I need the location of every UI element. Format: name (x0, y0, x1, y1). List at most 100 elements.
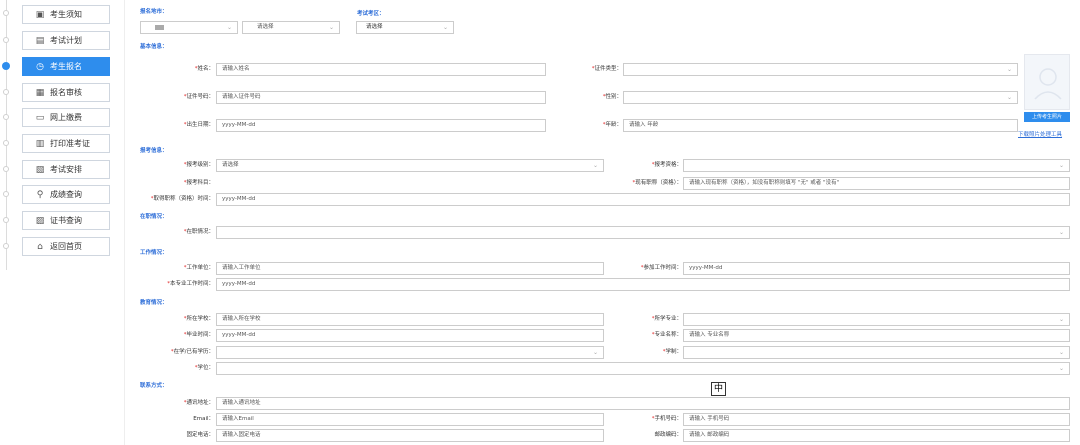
grad-label: *毕业时间： (183, 332, 214, 338)
section-report-title: 报考信息： (140, 148, 168, 154)
chevron-down-icon: ⌄ (442, 24, 448, 31)
degree-select[interactable]: ⌄ (216, 362, 1070, 375)
exam-area-select[interactable]: 请选择 ⌄ (356, 21, 454, 34)
age-input[interactable]: 请输入 年龄 (623, 119, 1018, 132)
timeline-node (3, 191, 9, 197)
major-time-input[interactable]: yyyy-MM-dd (216, 278, 1070, 291)
grad-input[interactable]: yyyy-MM-dd (216, 329, 604, 342)
mobile-label: *手机号码： (651, 416, 682, 422)
school-input[interactable]: 请输入所在学校 (216, 313, 604, 326)
timeline-node-active (2, 62, 10, 70)
major-name-input[interactable]: 请输入 专业名称 (683, 329, 1070, 342)
subject-label: *报考科目： (183, 180, 214, 186)
chevron-down-icon: ⌄ (226, 24, 232, 31)
qual-select[interactable]: ⌄ (683, 159, 1070, 172)
major-time-label: *本专业工作时间： (167, 281, 214, 287)
job-status-label: *在职情况： (183, 229, 214, 235)
idtype-select[interactable]: ⌄ (623, 63, 1018, 76)
section-basic-title: 基本信息： (140, 44, 168, 50)
gender-select[interactable]: ⌄ (623, 91, 1018, 104)
timeline-node (3, 166, 9, 172)
timeline-node (3, 10, 9, 16)
name-input[interactable]: 请输入姓名 (216, 63, 546, 76)
phone-input[interactable]: 请输入固定电话 (216, 429, 604, 442)
qual-label: *报考资格： (651, 162, 682, 168)
major-select[interactable]: ⌄ (683, 313, 1070, 326)
photo-placeholder (1024, 54, 1070, 110)
sidebar-item-home[interactable]: ⌂ 返回首页 (22, 237, 110, 256)
sidebar-item-label: 报名审核 (50, 88, 82, 97)
city-label: 报名地市： (140, 9, 168, 15)
upload-photo-button[interactable]: 上传考生照片 (1024, 112, 1070, 122)
chevron-down-icon: ⌄ (1058, 349, 1064, 356)
monitor-icon: ▭ (35, 112, 45, 123)
level-select[interactable]: 请选择 ⌄ (216, 159, 604, 172)
sidebar-item-label: 打印准考证 (50, 139, 90, 148)
certificate-icon: ▨ (35, 215, 45, 226)
addr-input[interactable]: 请输入通讯地址 (216, 397, 1070, 410)
system-select[interactable]: ⌄ (683, 346, 1070, 359)
birth-label: *出生日期： (183, 122, 214, 128)
chevron-down-icon: ⌄ (1058, 365, 1064, 372)
calendar-icon: ▤ (35, 35, 45, 46)
email-input[interactable]: 请输入Email (216, 413, 604, 426)
section-contact-title: 联系方式： (140, 383, 168, 389)
birth-input[interactable]: yyyy-MM-dd (216, 119, 546, 132)
sidebar-item-register[interactable]: ◷ 考生报名 (22, 57, 110, 76)
sidebar-item-print[interactable]: ▥ 打印准考证 (22, 134, 110, 153)
chevron-down-icon: ⌄ (1006, 94, 1012, 101)
sidebar-item-certificate[interactable]: ▨ 证书查询 (22, 211, 110, 230)
sidebar-item-notice[interactable]: ▣ 考生须知 (22, 5, 110, 24)
audit-icon: ▦ (35, 87, 45, 98)
idno-input[interactable]: 请输入证件号码 (216, 91, 546, 104)
printer-icon: ▥ (35, 138, 45, 149)
sidebar-item-label: 证书查询 (50, 216, 82, 225)
start-work-input[interactable]: yyyy-MM-dd (683, 262, 1070, 275)
major-label: *所学专业： (651, 316, 682, 322)
title-time-label: *取得职称（资格）时间： (150, 196, 214, 202)
addr-label: *通讯地址： (183, 400, 214, 406)
sidebar-item-audit[interactable]: ▦ 报名审核 (22, 83, 110, 102)
idtype-label: *证件类型： (591, 66, 622, 72)
mobile-input[interactable]: 请输入 手机号码 (683, 413, 1070, 426)
sidebar-item-plan[interactable]: ▤ 考试计划 (22, 31, 110, 50)
ime-indicator[interactable]: 中 (711, 382, 726, 396)
section-edu-title: 教育情况： (140, 300, 168, 306)
timeline-node (3, 243, 9, 249)
exam-area-label: 考试考区： (357, 11, 385, 17)
title-time-input[interactable]: yyyy-MM-dd (216, 193, 1070, 206)
timeline-node (3, 217, 9, 223)
sidebar-item-schedule[interactable]: ▧ 考试安排 (22, 160, 110, 179)
level-select-value: 请选择 (222, 162, 239, 168)
chevron-down-icon: ⌄ (1058, 162, 1064, 169)
major-name-label: *专业名称： (651, 332, 682, 338)
system-label: *学制： (662, 349, 682, 355)
district-select[interactable]: 请选择 ⌄ (242, 21, 340, 34)
city-select[interactable]: ⌄ (140, 21, 238, 34)
district-select-value: 请选择 (257, 24, 274, 30)
clock-icon: ◷ (36, 61, 44, 72)
title-input[interactable]: 请输入现有职称（资格），如没有职称则填写 "无" 或者 "没有" (683, 177, 1070, 190)
zip-input[interactable]: 请输入 邮政编码 (683, 429, 1070, 442)
chevron-down-icon: ⌄ (1058, 316, 1064, 323)
download-tool-link[interactable]: 下载照片处理工具 (1018, 130, 1062, 138)
unit-input[interactable]: 请输入工作单位 (216, 262, 604, 275)
chevron-down-icon: ⌄ (592, 349, 598, 356)
sidebar-item-payment[interactable]: ▭ 网上缴费 (22, 108, 110, 127)
sidebar-item-label: 成绩查询 (50, 190, 82, 199)
job-status-select[interactable]: ⌄ (216, 226, 1070, 239)
schedule-icon: ▧ (35, 164, 45, 175)
degree-edu-select[interactable]: ⌄ (216, 346, 604, 359)
chevron-down-icon: ⌄ (1006, 66, 1012, 73)
timeline-node (3, 89, 9, 95)
level-label: *报考级别： (183, 162, 214, 168)
timeline-node (3, 140, 9, 146)
sidebar-item-label: 网上缴费 (50, 113, 82, 122)
start-work-label: *参加工作时间： (640, 265, 682, 271)
search-icon: ⚲ (36, 189, 44, 200)
chevron-down-icon: ⌄ (1058, 229, 1064, 236)
sidebar-item-label: 考试计划 (50, 36, 82, 45)
section-job-title: 在职情况： (140, 214, 168, 220)
sidebar-item-score[interactable]: ⚲ 成绩查询 (22, 185, 110, 204)
title-label: *现有职称（资格）： (632, 180, 682, 186)
